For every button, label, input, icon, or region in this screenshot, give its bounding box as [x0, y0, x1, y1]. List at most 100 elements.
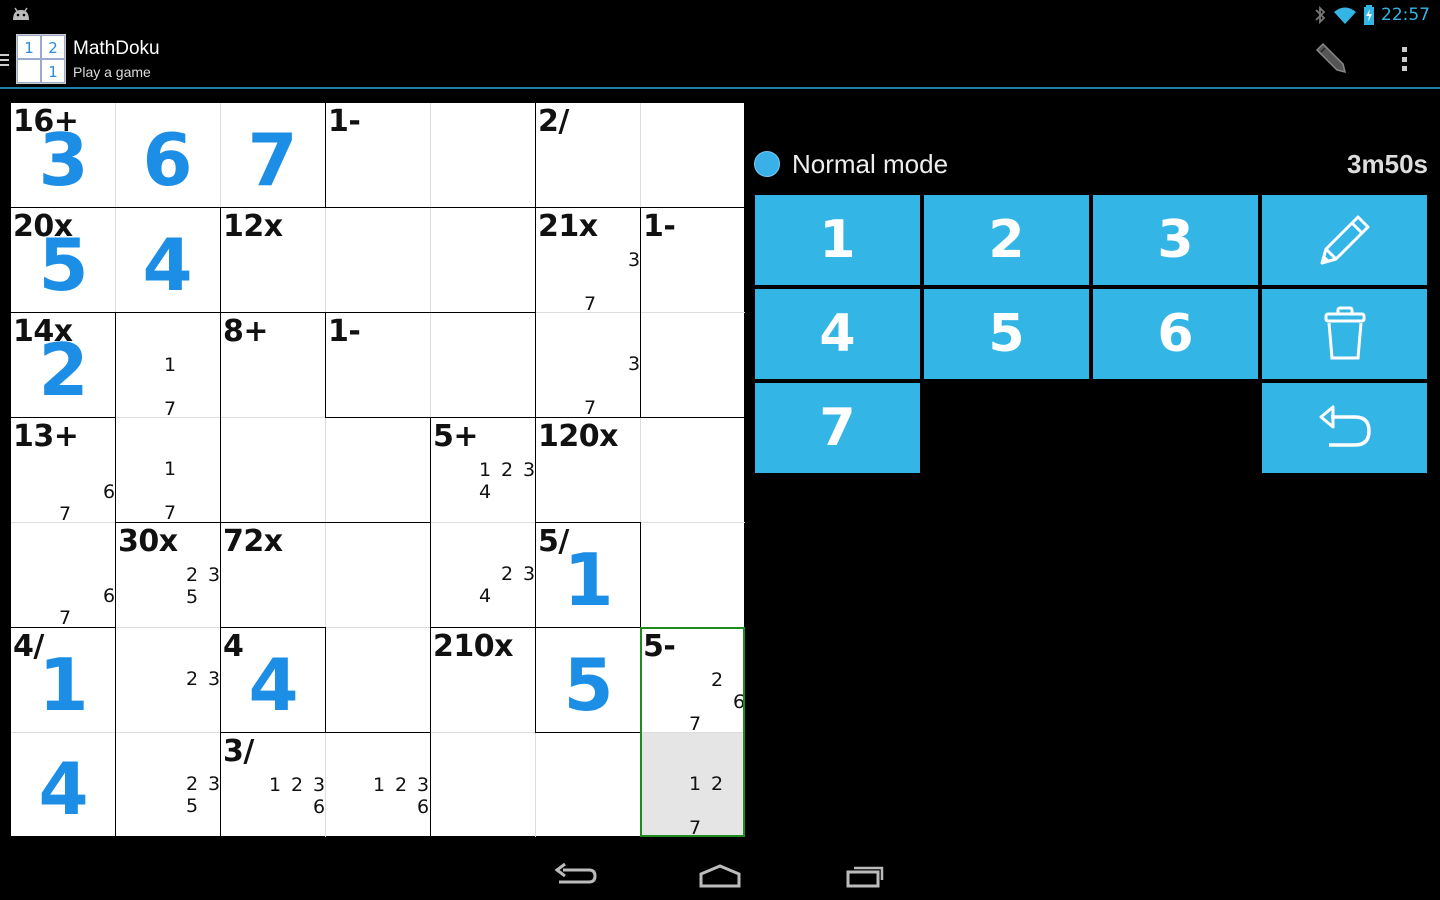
digit-key-3[interactable]: 3 — [1093, 195, 1258, 285]
pencil-note: 7 — [163, 398, 177, 420]
pencil-mode-button[interactable] — [1262, 195, 1427, 285]
grid-cell[interactable]: 235 — [115, 732, 220, 837]
cage-clue: 12x — [223, 209, 283, 244]
grid-cell[interactable] — [535, 732, 640, 837]
grid-cell[interactable]: 5 — [535, 627, 640, 732]
app-icon[interactable]: 1 2 1 — [16, 34, 66, 84]
cell-value: 4 — [38, 746, 89, 831]
digit-key-2[interactable]: 2 — [924, 195, 1089, 285]
recent-apps-icon[interactable] — [840, 858, 890, 894]
undo-icon — [1319, 405, 1371, 447]
back-icon[interactable] — [551, 858, 601, 894]
grid-cell[interactable]: 21x 3 7 — [535, 207, 640, 314]
app-icon-digit: 2 — [41, 35, 65, 59]
grid-cell[interactable]: 1- — [640, 207, 745, 312]
grid-cell[interactable] — [430, 102, 535, 207]
grid-cell[interactable]: 67 — [10, 522, 115, 628]
pencil-note: 7 — [58, 503, 72, 525]
grid-cell[interactable] — [430, 207, 535, 312]
digit-key-5[interactable]: 5 — [924, 289, 1089, 379]
grid-cell[interactable] — [640, 522, 745, 627]
cage-clue: 210x — [433, 629, 513, 664]
cell-value: 2 — [38, 327, 89, 412]
pencil-note: 2 — [710, 669, 724, 691]
grid-cell[interactable]: 12x — [220, 207, 325, 312]
drawer-indicator-icon[interactable] — [0, 52, 10, 68]
grid-cell[interactable]: 37 — [535, 312, 640, 419]
wifi-icon — [1334, 7, 1356, 24]
grid-cell[interactable] — [325, 417, 430, 522]
grid-cell[interactable]: 17 — [115, 312, 220, 420]
grid-cell[interactable]: 30x 2 3 5 — [115, 522, 220, 627]
grid-cell[interactable]: 120x — [535, 417, 640, 522]
pencil-note: 7 — [688, 713, 702, 735]
grid-cell[interactable] — [325, 207, 430, 312]
pencil-note: 2 — [394, 774, 408, 796]
grid-cell[interactable]: 17 — [115, 417, 220, 523]
grid-cell[interactable]: 4 — [115, 207, 220, 312]
pencil-icon[interactable] — [1313, 40, 1349, 76]
grid-cell[interactable]: 72x — [220, 522, 325, 627]
grid-cell[interactable]: 16+ 3 — [10, 102, 115, 207]
grid-cell[interactable]: 44 — [220, 627, 325, 732]
cage-clue: 5- — [643, 629, 676, 664]
grid-cell[interactable] — [325, 627, 430, 732]
grid-cell[interactable]: 3/1 2 3 6 — [220, 732, 325, 837]
grid-cell[interactable] — [640, 417, 745, 522]
digit-key-6[interactable]: 6 — [1093, 289, 1258, 379]
app-icon-digit: 1 — [41, 59, 65, 83]
grid-cell[interactable]: 4/1 — [10, 627, 115, 732]
grid-cell[interactable] — [325, 522, 430, 627]
pencil-note: 4 — [478, 481, 492, 503]
digit-key-1[interactable]: 1 — [755, 195, 920, 285]
digit-key-4[interactable]: 4 — [755, 289, 920, 379]
game-timer: 3m50s — [1347, 149, 1428, 179]
trash-icon — [1324, 306, 1365, 360]
grid-cell[interactable]: 6 — [115, 102, 220, 207]
grid-cell[interactable]: 1- — [325, 102, 430, 207]
pencil-note: 7 — [583, 397, 597, 419]
undo-button[interactable] — [1262, 383, 1427, 473]
grid-cell[interactable]: 2/ — [535, 102, 640, 207]
cell-value: 1 — [563, 537, 614, 622]
grid-cell[interactable] — [430, 312, 535, 417]
status-icons: 22:57 — [1313, 4, 1430, 26]
digit-key-7[interactable]: 7 — [755, 383, 920, 473]
cage-clue: 8+ — [223, 314, 269, 349]
grid-cell[interactable]: 5- 2 6 7 — [640, 627, 745, 735]
grid-cell[interactable]: 210x — [430, 627, 535, 732]
grid-cell[interactable]: 23 — [115, 627, 220, 732]
cell-value: 5 — [38, 222, 89, 307]
grid-cell[interactable]: 1- — [325, 312, 430, 417]
grid-cell[interactable]: 234 — [430, 522, 535, 627]
cell-value: 5 — [563, 642, 614, 727]
clear-cell-button[interactable] — [1262, 289, 1427, 379]
selected-grid-cell[interactable]: 127 — [640, 732, 745, 838]
grid-cell[interactable]: 20x 5 — [10, 207, 115, 312]
pencil-note: 2 — [500, 563, 514, 585]
grid-cell[interactable]: 13+ 6 7 — [10, 417, 115, 525]
grid-cell[interactable]: 5+ 1 2 3 4 — [430, 417, 535, 522]
grid-cell[interactable] — [640, 312, 745, 417]
grid-cell[interactable] — [430, 732, 535, 837]
cell-value: 3 — [38, 117, 89, 202]
grid-cell[interactable]: 8+ — [220, 312, 325, 417]
grid-cell[interactable]: 1236 — [325, 732, 430, 837]
bluetooth-icon — [1315, 5, 1326, 25]
pencil-note: 2 — [500, 459, 514, 481]
cage-clue: 1- — [328, 104, 361, 139]
home-icon[interactable] — [695, 858, 745, 894]
pencil-note: 2 — [710, 773, 724, 795]
pencil-note: 2 — [185, 773, 199, 795]
grid-cell[interactable] — [640, 102, 745, 207]
grid-cell[interactable] — [220, 417, 325, 522]
overflow-menu-icon[interactable] — [1394, 44, 1414, 74]
app-icon-digit — [17, 59, 41, 83]
grid-cell[interactable]: 5/1 — [535, 522, 640, 627]
pencil-note: 2 — [290, 774, 304, 796]
cage-clue: 1- — [643, 209, 676, 244]
grid-cell[interactable]: 7 — [220, 102, 325, 207]
grid-cell[interactable]: 4 — [10, 732, 115, 837]
grid-cell[interactable]: 14x 2 — [10, 312, 115, 417]
puzzle-grid[interactable]: 16+ 3 6 7 1- 2/20x 5 4 12x 21x 3 7 1- 14x 2 1 7 8+ 1- 3 7 13+… — [8, 100, 746, 838]
